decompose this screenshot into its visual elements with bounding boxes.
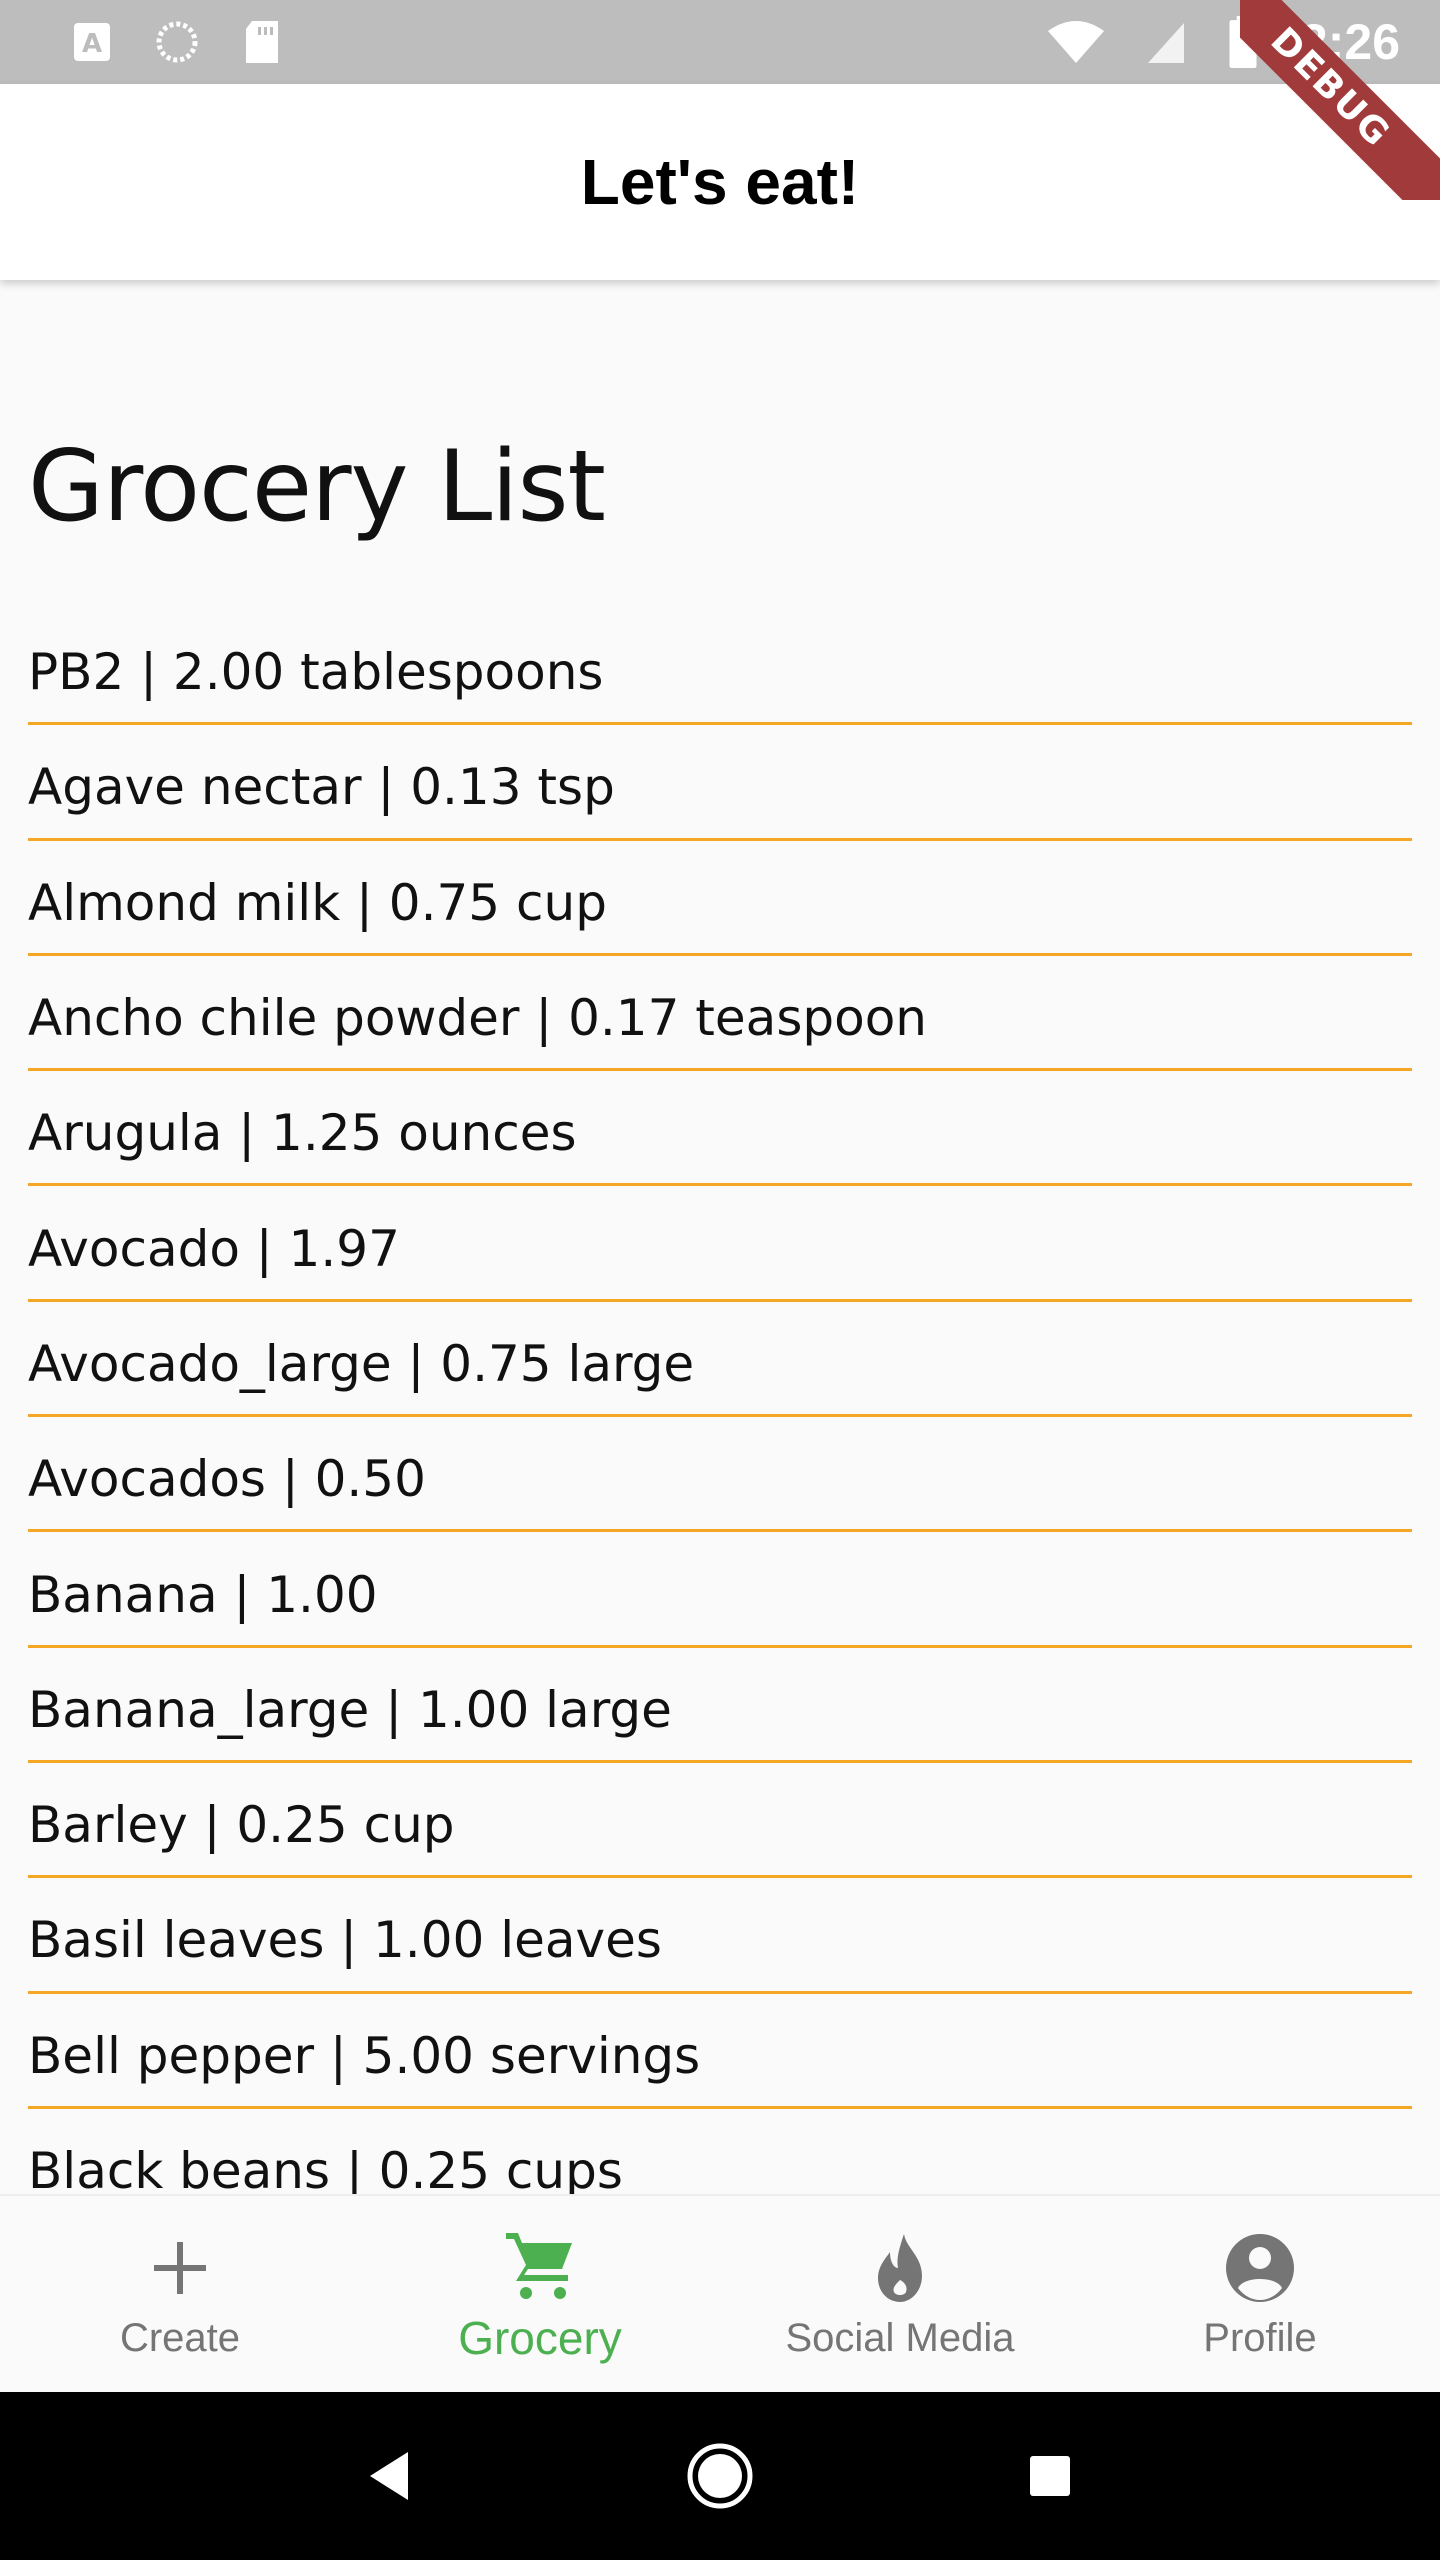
grocery-list-item[interactable]: Bell pepper | 5.00 servings: [28, 1994, 1412, 2109]
grocery-page[interactable]: Grocery List PB2 | 2.00 tablespoons Agave…: [0, 280, 1440, 2194]
status-left-icons: A: [72, 19, 282, 65]
grocery-list-item[interactable]: Black beans | 0.25 cups: [28, 2109, 1412, 2194]
a-box-icon: A: [74, 23, 110, 61]
grocery-list-item[interactable]: Avocados | 0.50: [28, 1417, 1412, 1533]
bottom-navigation: Create Grocery Social Media Profile: [0, 2194, 1440, 2392]
wifi-icon: [1047, 21, 1104, 63]
grocery-list[interactable]: PB2 | 2.00 tablespoons Agave nectar | 0.1…: [28, 610, 1412, 2194]
grocery-item-label: Banana_large | 1.00 large: [28, 1680, 672, 1739]
page-title: Grocery List: [28, 430, 606, 544]
grocery-item-label: Black beans | 0.25 cups: [28, 2142, 623, 2194]
flame-icon: [878, 2233, 922, 2302]
svg-text:A: A: [82, 29, 102, 59]
nav-item-profile[interactable]: Profile: [1080, 2196, 1440, 2392]
grocery-list-item[interactable]: Barley | 0.25 cup: [28, 1763, 1412, 1879]
grocery-item-label: Basil leaves | 1.00 leaves: [28, 1911, 662, 1970]
grocery-item-label: Agave nectar | 0.13 tsp: [28, 758, 615, 817]
grocery-list-item[interactable]: Banana_large | 1.00 large: [28, 1648, 1412, 1763]
grocery-list-item[interactable]: PB2 | 2.00 tablespoons: [28, 610, 1412, 726]
nav-label-grocery: Grocery: [458, 2312, 622, 2364]
nav-item-create[interactable]: Create: [0, 2196, 360, 2392]
grocery-list-item[interactable]: Basil leaves | 1.00 leaves: [28, 1878, 1412, 1994]
back-icon[interactable]: [350, 2436, 430, 2516]
cart-icon: [506, 2233, 572, 2299]
grocery-item-label: PB2 | 2.00 tablespoons: [28, 643, 604, 702]
grocery-item-label: Avocado | 1.97: [28, 1219, 400, 1278]
grocery-list-item[interactable]: Avocado_large | 0.75 large: [28, 1302, 1412, 1418]
grocery-list-item[interactable]: Avocado | 1.97: [28, 1186, 1412, 1302]
system-navigation-bar: [0, 2392, 1440, 2560]
grocery-list-item[interactable]: Almond milk | 0.75 cup: [28, 841, 1412, 956]
debug-banner-clip: DEBUG: [1240, 0, 1440, 200]
nav-item-grocery[interactable]: Grocery: [360, 2196, 720, 2392]
grocery-item-label: Avocados | 0.50: [28, 1450, 426, 1509]
grocery-item-label: Avocado_large | 0.75 large: [28, 1334, 695, 1393]
nav-label-create: Create: [119, 2315, 241, 2360]
debug-banner: DEBUG: [1240, 0, 1440, 200]
grocery-item-label: Banana | 1.00: [28, 1565, 378, 1624]
loading-icon: [156, 21, 198, 63]
grocery-list-item[interactable]: Arugula | 1.25 ounces: [28, 1071, 1412, 1187]
plus-icon: [154, 2241, 206, 2294]
grocery-item-label: Bell pepper | 5.00 servings: [28, 2026, 701, 2085]
nav-label-social-media: Social Media: [785, 2315, 1015, 2360]
account-circle-icon: [1226, 2233, 1294, 2302]
status-bar: A 2:26: [0, 0, 1440, 84]
grocery-item-label: Ancho chile powder | 0.17 teaspoon: [28, 989, 927, 1048]
nav-label-profile: Profile: [1203, 2315, 1317, 2360]
home-icon[interactable]: [680, 2436, 760, 2516]
sd-card-icon: [246, 21, 278, 63]
grocery-list-item[interactable]: Banana | 1.00: [28, 1532, 1412, 1648]
grocery-item-label: Barley | 0.25 cup: [28, 1796, 455, 1855]
grocery-list-item[interactable]: Ancho chile powder | 0.17 teaspoon: [28, 956, 1412, 1072]
recents-icon[interactable]: [1010, 2436, 1090, 2516]
app-bar: Let's eat!: [0, 84, 1440, 280]
grocery-list-item[interactable]: Agave nectar | 0.13 tsp: [28, 725, 1412, 841]
app-title: Let's eat!: [580, 146, 860, 218]
grocery-item-label: Almond milk | 0.75 cup: [28, 873, 607, 932]
grocery-item-label: Arugula | 1.25 ounces: [28, 1104, 577, 1163]
nav-item-social-media[interactable]: Social Media: [720, 2196, 1080, 2392]
signal-icon: [1147, 23, 1184, 63]
